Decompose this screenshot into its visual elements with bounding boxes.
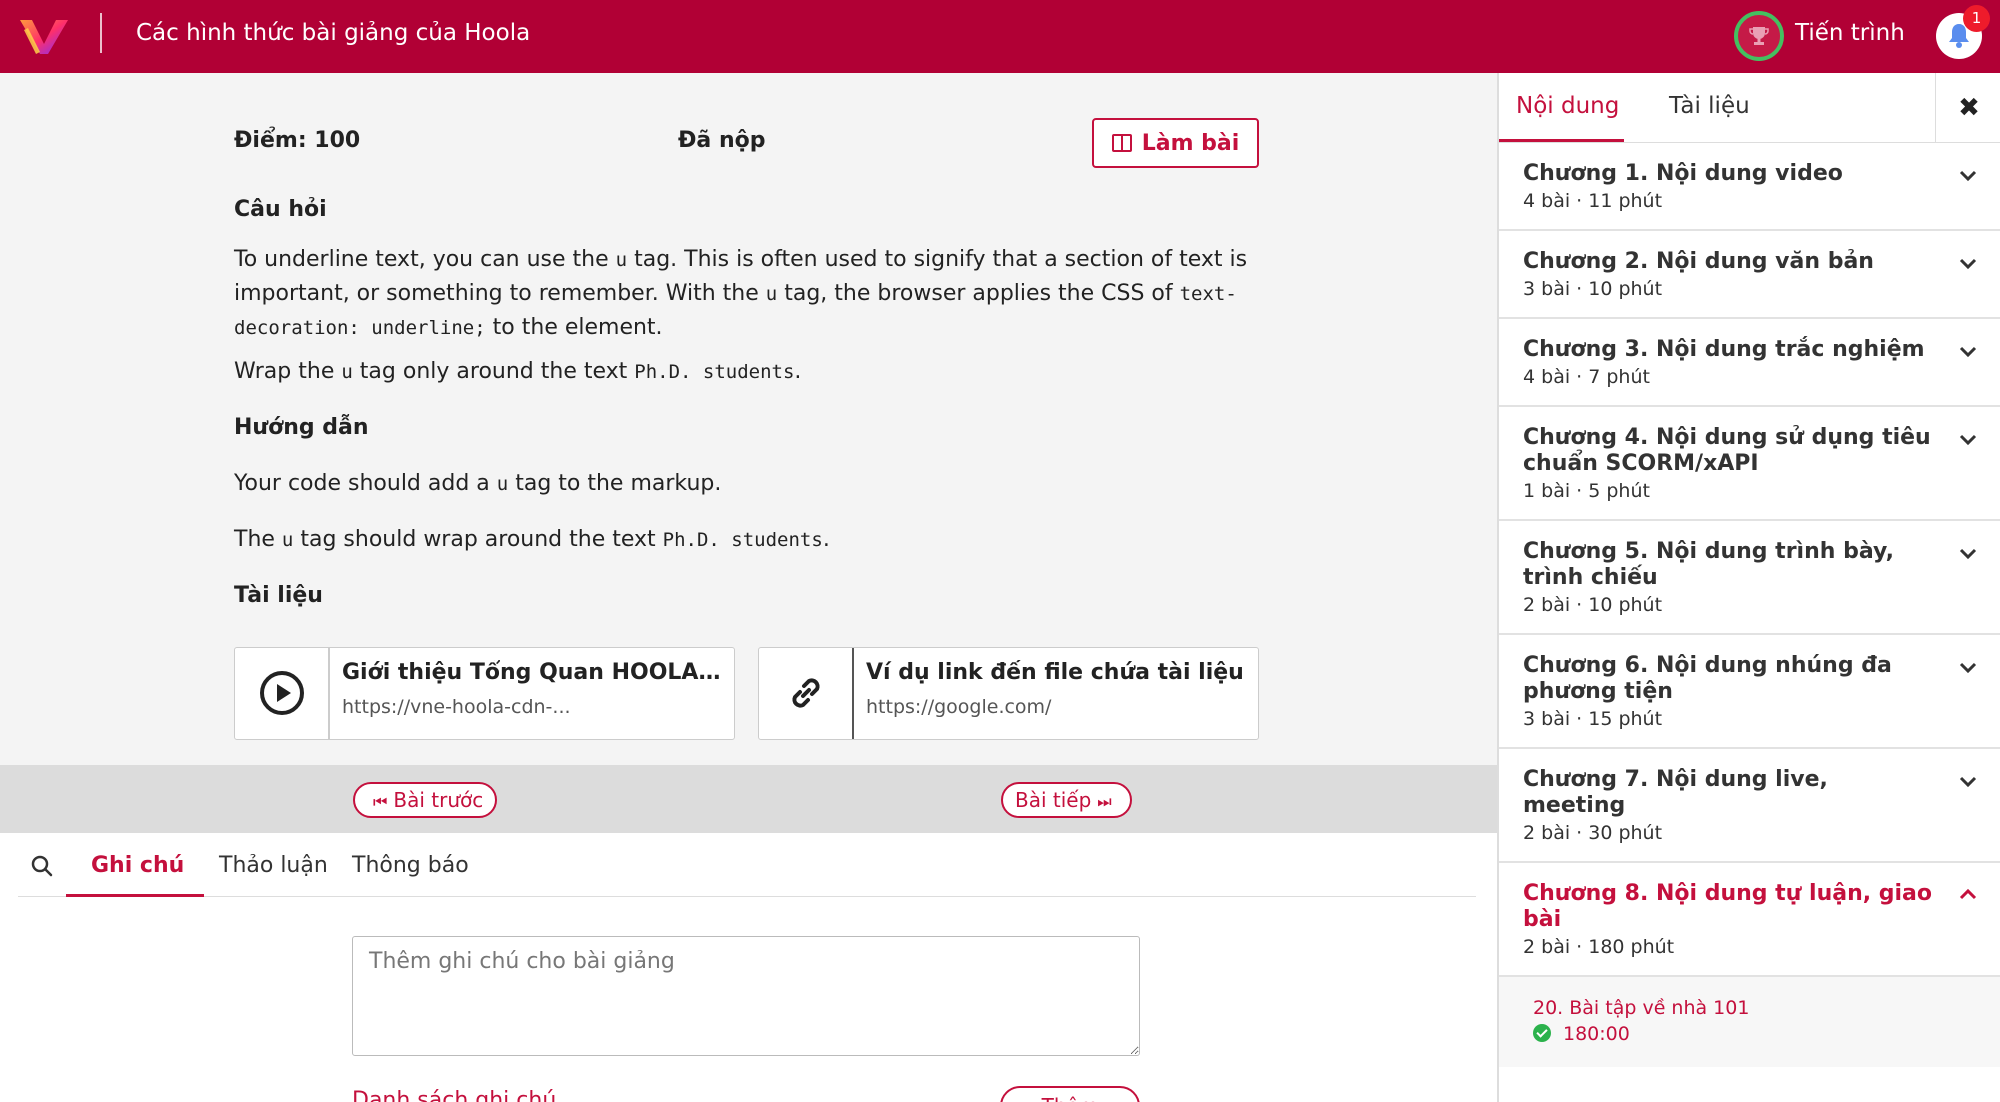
- tab-announcements[interactable]: Thông báo: [352, 853, 469, 878]
- course-title: Các hình thức bài giảng của Hoola: [136, 20, 531, 46]
- document-card-video[interactable]: Giới thiệu Tổng Quan HOOLA -... https://…: [234, 647, 735, 740]
- chevron-down-icon[interactable]: [1958, 657, 1978, 677]
- do-exercise-button[interactable]: Làm bài: [1092, 118, 1259, 168]
- notes-list-link[interactable]: Danh sách ghi chú: [352, 1088, 556, 1102]
- chapter-title: Chương 4. Nội dung sử dụng tiêu chuẩn SC…: [1523, 425, 1931, 476]
- chapter-title: Chương 2. Nội dung văn bản: [1523, 249, 1874, 274]
- documents-heading: Tài liệu: [234, 583, 323, 608]
- chapter-list: Chương 1. Nội dung video 4 bài · 11 phút…: [1499, 143, 2000, 1067]
- chevron-down-icon[interactable]: [1958, 429, 1978, 449]
- previous-lesson-label: Bài trước: [393, 788, 484, 812]
- chapter-item[interactable]: Chương 4. Nội dung sử dụng tiêu chuẩn SC…: [1499, 407, 2000, 521]
- chapter-meta: 3 bài · 15 phút: [1523, 708, 1663, 730]
- lower-tabs: Ghi chú Thảo luận Thông báo: [18, 833, 1476, 897]
- search-icon[interactable]: [31, 855, 53, 877]
- question-heading: Câu hỏi: [234, 197, 327, 222]
- active-tab-indicator: [66, 894, 204, 897]
- document-url: https://vne-hoola-cdn-...: [342, 696, 571, 718]
- chapter-title: Chương 8. Nội dung tự luận, giao bài: [1523, 881, 1932, 932]
- close-icon[interactable]: ✖: [1935, 73, 2000, 143]
- next-lesson-button[interactable]: Bài tiếp ⏭: [1001, 782, 1132, 818]
- top-bar: Các hình thức bài giảng của Hoola Tiến t…: [0, 0, 2000, 73]
- next-lesson-label: Bài tiếp: [1015, 788, 1092, 812]
- chapter-title: Chương 5. Nội dung trình bày, trình chiế…: [1523, 539, 1894, 590]
- tab-notes[interactable]: Ghi chú: [91, 853, 184, 878]
- progress-trophy-icon[interactable]: [1734, 11, 1784, 61]
- sidebar-tabs: Nội dung Tài liệu ✖: [1499, 73, 2000, 143]
- chapter-title: Chương 1. Nội dung video: [1523, 161, 1843, 186]
- play-circle-icon: [235, 648, 330, 739]
- chevron-down-icon[interactable]: [1958, 771, 1978, 791]
- lesson-main: Điểm: 100 Đã nộp Làm bài Câu hỏi To unde…: [0, 73, 1497, 1102]
- link-icon: [759, 648, 854, 739]
- active-tab-indicator: [1499, 139, 1624, 142]
- submission-status: Đã nộp: [678, 128, 766, 153]
- score-text: Điểm: 100: [234, 128, 361, 153]
- chapter-title: Chương 3. Nội dung trắc nghiệm: [1523, 337, 1925, 362]
- chapter-item[interactable]: Chương 7. Nội dung live, meeting 2 bài ·…: [1499, 749, 2000, 863]
- chapter-item[interactable]: Chương 6. Nội dung nhúng đa phương tiện …: [1499, 635, 2000, 749]
- notification-badge: 1: [1963, 5, 1990, 32]
- skip-next-icon: ⏭: [1097, 792, 1112, 811]
- note-input[interactable]: [352, 936, 1140, 1056]
- course-sidebar: Nội dung Tài liệu ✖ Chương 1. Nội dung v…: [1497, 73, 2000, 1102]
- lesson-navigation: ⏮ Bài trước Bài tiếp ⏭: [0, 765, 1497, 833]
- chapter-item[interactable]: Chương 5. Nội dung trình bày, trình chiế…: [1499, 521, 2000, 635]
- submission-summary: Điểm: 100 Đã nộp Làm bài: [234, 118, 1259, 168]
- document-url: https://google.com/: [866, 696, 1052, 718]
- chapter-meta: 1 bài · 5 phút: [1523, 480, 1650, 502]
- tab-documents[interactable]: Tài liệu: [1669, 93, 1750, 119]
- document-name[interactable]: Ví dụ link đến file chứa tài liệu: [866, 660, 1246, 685]
- question-paragraph-2: Wrap the u tag only around the text Ph.D…: [234, 359, 802, 384]
- chapter-meta: 2 bài · 10 phút: [1523, 594, 1663, 616]
- chevron-up-icon[interactable]: [1958, 885, 1978, 905]
- tab-discussion[interactable]: Thảo luận: [219, 853, 328, 878]
- previous-lesson-button[interactable]: ⏮ Bài trước: [353, 782, 498, 818]
- question-paragraph-1: To underline text, you can use the u tag…: [234, 247, 1248, 340]
- document-card-link[interactable]: Ví dụ link đến file chứa tài liệu https:…: [758, 647, 1259, 740]
- document-name[interactable]: Giới thiệu Tổng Quan HOOLA -...: [342, 660, 722, 685]
- book-icon: [1111, 133, 1132, 152]
- chapter-meta: 4 bài · 7 phút: [1523, 366, 1650, 388]
- chapter-title: Chương 6. Nội dung nhúng đa phương tiện: [1523, 653, 1892, 704]
- chapter-meta: 2 bài · 180 phút: [1523, 936, 1675, 958]
- lesson-title: 20. Bài tập về nhà 101: [1533, 997, 1750, 1019]
- progress-label[interactable]: Tiến trình: [1795, 20, 1905, 46]
- chapter-title: Chương 7. Nội dung live, meeting: [1523, 767, 1828, 818]
- guide-paragraph-1: Your code should add a u tag to the mark…: [234, 471, 722, 496]
- add-note-button[interactable]: Thêm: [1000, 1086, 1140, 1102]
- notes-panel: Ghi chú Thảo luận Thông báo Danh sách gh…: [0, 833, 1497, 1102]
- chapter-item[interactable]: Chương 2. Nội dung văn bản 3 bài · 10 ph…: [1499, 231, 2000, 319]
- hoola-logo[interactable]: [18, 14, 70, 58]
- guide-paragraph-2: The u tag should wrap around the text Ph…: [234, 527, 830, 552]
- chapter-meta: 4 bài · 11 phút: [1523, 190, 1663, 212]
- chevron-down-icon[interactable]: [1958, 341, 1978, 361]
- chapter-item[interactable]: Chương 1. Nội dung video 4 bài · 11 phút: [1499, 143, 2000, 231]
- check-circle-icon: [1533, 1024, 1551, 1042]
- tab-content[interactable]: Nội dung: [1516, 93, 1619, 119]
- skip-previous-icon: ⏮: [373, 792, 388, 811]
- chapter-meta: 3 bài · 10 phút: [1523, 278, 1663, 300]
- chevron-down-icon[interactable]: [1958, 165, 1978, 185]
- chevron-down-icon[interactable]: [1958, 253, 1978, 273]
- lesson-duration: 180:00: [1533, 1023, 1978, 1045]
- guide-heading: Hướng dẫn: [234, 415, 369, 440]
- header-divider: [100, 13, 102, 53]
- do-exercise-label: Làm bài: [1141, 130, 1240, 156]
- chapter-meta: 2 bài · 30 phút: [1523, 822, 1663, 844]
- chevron-down-icon[interactable]: [1958, 543, 1978, 563]
- chapter-item-active[interactable]: Chương 8. Nội dung tự luận, giao bài 2 b…: [1499, 863, 2000, 977]
- chapter-item[interactable]: Chương 3. Nội dung trắc nghiệm 4 bài · 7…: [1499, 319, 2000, 407]
- lesson-item-active[interactable]: 20. Bài tập về nhà 101 180:00: [1499, 977, 2000, 1067]
